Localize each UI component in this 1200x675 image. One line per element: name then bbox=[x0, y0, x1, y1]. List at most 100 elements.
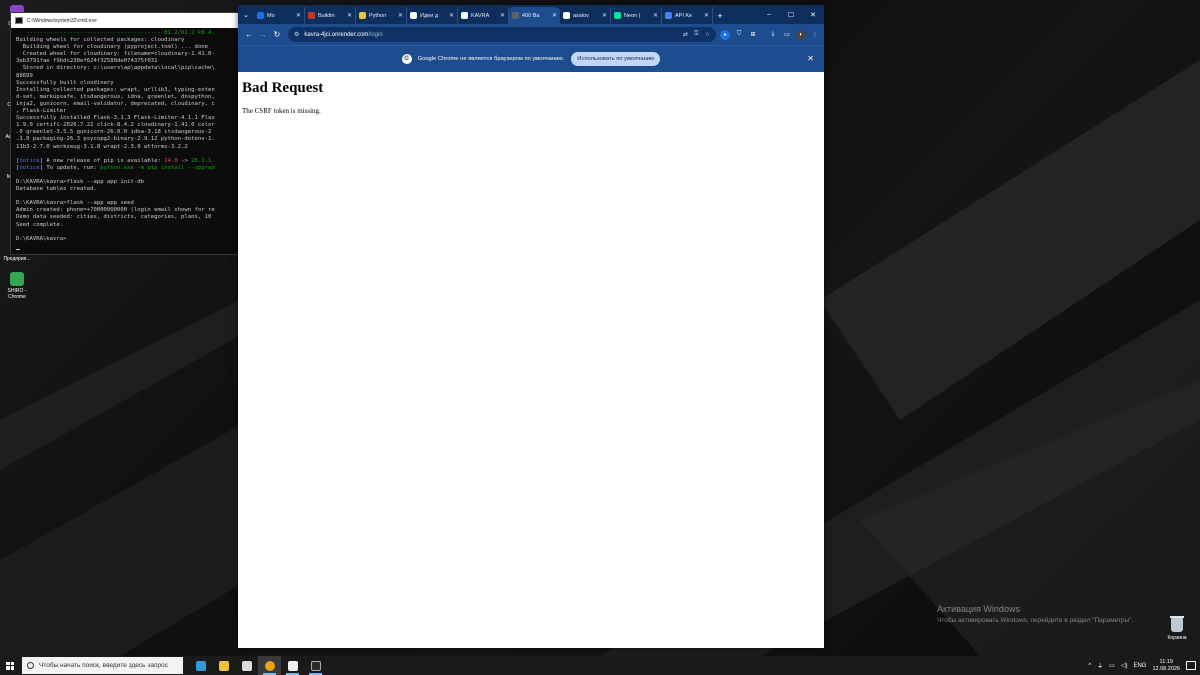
window-controls: – ☐ ✕ bbox=[758, 5, 824, 24]
tab-close-icon[interactable]: ✕ bbox=[500, 12, 505, 19]
taskbar-app-terminal[interactable] bbox=[304, 656, 327, 675]
language-indicator[interactable]: ENG bbox=[1133, 663, 1146, 669]
back-icon[interactable]: ← bbox=[242, 28, 256, 42]
taskbar-app-edge[interactable] bbox=[189, 656, 212, 675]
tab-close-icon[interactable]: ✕ bbox=[552, 12, 557, 19]
taskbar-app-store[interactable] bbox=[235, 656, 258, 675]
browser-tab[interactable]: Buildin ✕ bbox=[305, 7, 356, 24]
cmd-icon bbox=[15, 17, 23, 24]
browser-tab[interactable]: 400 Ba ✕ bbox=[509, 7, 560, 24]
shield-icon[interactable]: ⛉ bbox=[734, 30, 744, 40]
volume-icon[interactable]: ◁) bbox=[1121, 662, 1128, 669]
minimize-icon[interactable]: – bbox=[758, 5, 780, 24]
tab-favicon-icon bbox=[665, 12, 672, 19]
tab-title: Buildin bbox=[318, 12, 335, 19]
address-path: /login bbox=[368, 31, 383, 38]
taskbar-apps bbox=[189, 656, 327, 675]
chrome-icon bbox=[264, 660, 275, 671]
recycle-bin[interactable]: Корзина bbox=[1164, 616, 1190, 641]
cmd-line: Demo data seeded: cities, districts, cat… bbox=[16, 214, 215, 221]
desktop-icon[interactable]: SHIRO - Chrome bbox=[3, 272, 31, 300]
download-icon[interactable]: ⤓ bbox=[768, 30, 778, 40]
clock[interactable]: 11:19 12.08.2026 bbox=[1152, 659, 1180, 673]
tab-search-icon[interactable]: ⌄ bbox=[238, 5, 254, 24]
store-icon bbox=[241, 660, 252, 671]
browser-tab[interactable]: API Ke ✕ bbox=[662, 7, 713, 24]
cmd-line bbox=[16, 229, 234, 236]
tray-overflow-icon[interactable]: ^ bbox=[1088, 663, 1091, 669]
tab-favicon-icon bbox=[257, 12, 264, 19]
usb-icon[interactable]: ⏚ bbox=[1097, 661, 1103, 670]
browser-tab[interactable]: Идеи д ✕ bbox=[407, 7, 458, 24]
cmd-output[interactable]: ----------------------------------------… bbox=[11, 28, 239, 255]
terminal-icon bbox=[310, 660, 321, 671]
puzzle-icon[interactable]: ⊞ bbox=[748, 30, 758, 40]
taskbar-app-explorer[interactable] bbox=[212, 656, 235, 675]
app-icon bbox=[10, 272, 24, 286]
clock-time: 11:19 bbox=[1159, 658, 1173, 665]
tabs-container: Mo ✕ Buildin ✕ Python ✕ Идеи д ✕ KAVRA ✕ 400 Ba ✕ as… bbox=[254, 7, 713, 24]
browser-tab[interactable]: Neon ( ✕ bbox=[611, 7, 662, 24]
edge-icon bbox=[195, 660, 206, 671]
tab-close-icon[interactable]: ✕ bbox=[398, 12, 403, 19]
translate-icon[interactable]: ⇄ bbox=[683, 31, 688, 38]
start-button[interactable] bbox=[0, 656, 20, 675]
address-bar[interactable]: ⚙ kavra-4jci.onrender.com/login ⇄ ⚿ ☆ bbox=[288, 27, 716, 42]
tab-title: Neon ( bbox=[624, 12, 641, 19]
browser-tab[interactable]: KAVRA ✕ bbox=[458, 7, 509, 24]
cmd-line: 3eb3791fae f9bdc230ef624f32580de074375f0… bbox=[16, 58, 158, 65]
cmd-line: Successfully installed Flask-3.1.3 Flask… bbox=[16, 115, 215, 122]
tab-close-icon[interactable]: ✕ bbox=[602, 12, 607, 19]
infobar-close-icon[interactable]: ✕ bbox=[807, 54, 814, 63]
maximize-icon[interactable]: ☐ bbox=[780, 5, 802, 24]
password-icon[interactable]: ⚿ bbox=[694, 31, 699, 38]
set-default-button[interactable]: Использовать по умолчанию bbox=[571, 52, 661, 66]
cmd-line: 11b3-2.7.0 werkzeug-3.1.8 wrapt-2.3.0 wt… bbox=[16, 143, 188, 150]
tab-title: Python bbox=[369, 12, 387, 19]
taskbar: Чтобы начать поиск, введите здесь запрос… bbox=[0, 656, 1200, 675]
search-icon bbox=[27, 662, 34, 669]
browser-tab[interactable]: Python ✕ bbox=[356, 7, 407, 24]
taskbar-app-chrome[interactable] bbox=[258, 656, 281, 675]
browser-tab[interactable]: asalov ✕ bbox=[560, 7, 611, 24]
tab-close-icon[interactable]: ✕ bbox=[449, 12, 454, 19]
taskbar-search[interactable]: Чтобы начать поиск, введите здесь запрос bbox=[22, 657, 183, 674]
sidebar-icon[interactable]: ▭ bbox=[782, 30, 792, 40]
cmd-cursor bbox=[16, 248, 20, 250]
taskbar-app-app[interactable] bbox=[281, 656, 304, 675]
bookmark-star-icon[interactable]: ☆ bbox=[705, 31, 710, 38]
tab-close-icon[interactable]: ✕ bbox=[704, 12, 709, 19]
browser-toolbar: ← → ↻ ⚙ kavra-4jci.onrender.com/login ⇄ … bbox=[238, 24, 824, 45]
close-icon[interactable]: ✕ bbox=[802, 5, 824, 24]
extension-icon[interactable]: ● bbox=[720, 29, 730, 40]
address-host: kavra-4jci.onrender.com bbox=[304, 31, 369, 38]
desktop-icon-label: SHIRO - Chrome bbox=[7, 288, 27, 300]
forward-icon[interactable]: → bbox=[256, 28, 270, 42]
tab-close-icon[interactable]: ✕ bbox=[347, 12, 352, 19]
cmd-line: Created wheel for cloudinary: filename=c… bbox=[16, 51, 215, 58]
tab-close-icon[interactable]: ✕ bbox=[653, 12, 658, 19]
activation-title: Активация Windows bbox=[937, 604, 1020, 614]
chrome-menu-icon[interactable]: ⋮ bbox=[810, 30, 820, 40]
profile-avatar[interactable]: ◐ bbox=[796, 29, 806, 40]
reload-icon[interactable]: ↻ bbox=[270, 28, 284, 42]
tab-title: API Ke bbox=[675, 12, 693, 19]
extensions-area: ● ⛉ ⊞ ⤓ ▭ ◐ ⋮ bbox=[720, 29, 820, 40]
new-tab-button[interactable]: + bbox=[713, 7, 727, 24]
tab-favicon-icon bbox=[410, 12, 417, 19]
tab-close-icon[interactable]: ✕ bbox=[296, 12, 301, 19]
network-icon[interactable]: ▭ bbox=[1109, 662, 1115, 669]
notification-icon[interactable] bbox=[1186, 661, 1196, 670]
cmd-line: Installing collected packages: wrapt, ur… bbox=[16, 86, 215, 93]
site-info-icon[interactable]: ⚙ bbox=[294, 31, 299, 38]
app-icon bbox=[287, 660, 298, 671]
tab-favicon-icon bbox=[614, 12, 621, 19]
cmd-title-bar[interactable]: C:\Windows\system32\cmd.exe bbox=[11, 13, 239, 28]
cmd-line: 88699 bbox=[16, 72, 33, 79]
page-content: Bad Request The CSRF token is missing. bbox=[238, 72, 824, 123]
chrome-window[interactable]: ⌄ Mo ✕ Buildin ✕ Python ✕ Идеи д ✕ KAVRA ✕ 400 Ba ✕… bbox=[238, 5, 824, 648]
browser-tab[interactable]: Mo ✕ bbox=[254, 7, 305, 24]
cmd-line: Seed complete. bbox=[16, 221, 64, 228]
cmd-window[interactable]: C:\Windows\system32\cmd.exe ------------… bbox=[10, 12, 240, 255]
tab-favicon-icon bbox=[359, 12, 366, 19]
